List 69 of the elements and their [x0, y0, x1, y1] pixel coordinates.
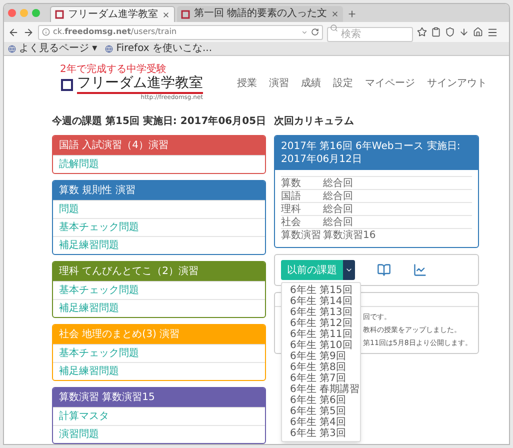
address-bar[interactable]: ck.freedomsg.net/users/train [38, 24, 323, 40]
tab-favicon-icon [55, 10, 64, 19]
menu-item[interactable]: 6年生 第3回 [282, 428, 360, 439]
caret-icon [345, 266, 353, 274]
forward-icon[interactable] [23, 26, 34, 38]
bookmark-icon [8, 44, 16, 52]
section-title: 次回カリキュラム [274, 114, 355, 129]
menu-item[interactable]: 6年生 第8回 [282, 362, 360, 373]
book-icon[interactable] [377, 263, 391, 277]
site-tagline: 2年で完成する中学受験 [60, 64, 168, 75]
nav-link[interactable]: 演習 [269, 76, 289, 90]
site-name[interactable]: フリーダム進学教室 [77, 75, 203, 94]
info-icon[interactable] [42, 28, 50, 36]
url-text: ck.freedomsg.net/users/train [53, 26, 178, 38]
nav-link[interactable]: マイページ [365, 76, 415, 90]
menu-item[interactable]: 6年生 第4回 [282, 417, 360, 428]
subject-cell-text: 算数 [281, 176, 302, 190]
bookmark-icon [105, 44, 114, 52]
logo-icon[interactable] [60, 78, 74, 92]
chart-icon[interactable] [413, 263, 427, 277]
search-icon [330, 24, 338, 32]
search-field[interactable]: 検索 [327, 27, 413, 42]
menu-icon[interactable] [487, 26, 498, 38]
menu-item[interactable]: 6年生 第7回 [282, 373, 360, 384]
download-icon[interactable] [459, 27, 469, 37]
tab-close-icon[interactable] [331, 10, 340, 18]
section-title: 今週の課題 第15回 実施日: 2017年06月05日 [52, 114, 266, 129]
card-header: 国語 入試演習（4）演習 [53, 136, 265, 155]
content-cell-text: 総合回 [323, 190, 353, 204]
menu-item[interactable]: 6年生 第11回 [282, 329, 360, 340]
star-icon[interactable] [417, 27, 427, 37]
back-icon[interactable] [8, 26, 19, 38]
bookmark-item[interactable]: Firefox を使いこな... [105, 42, 212, 54]
nav-link[interactable]: 授業 [237, 76, 257, 90]
content-cell-text: 算数演習16 [323, 228, 376, 242]
subject-cell-text: 理科 [281, 202, 302, 216]
nav-link[interactable]: 設定 [333, 76, 353, 90]
content-cell-text: 総合回 [323, 216, 353, 230]
card-header: 算数演習 算数演習15 [53, 388, 265, 407]
new-tab-icon[interactable] [347, 9, 358, 19]
shield-icon[interactable] [445, 27, 455, 37]
curriculum-header: 2017年 第16回 6年Webコース 実施日: 2017年06月12日 [275, 136, 478, 170]
tab-close-icon[interactable] [162, 10, 170, 18]
menu-item[interactable]: 6年生 第10回 [282, 340, 360, 351]
card-header: 社会 地理のまとめ(3) 演習 [53, 325, 265, 344]
tab-favicon-icon [181, 10, 190, 18]
menu-item[interactable]: 6年生 第6回 [282, 395, 360, 406]
menu-item[interactable]: 6年生 春期講習 [282, 384, 360, 395]
menu-item[interactable]: 6年生 第15回 [282, 285, 360, 296]
subject-cell-text: 算数演習 [281, 228, 322, 242]
content-cell-text: 総合回 [323, 176, 353, 190]
reload-icon[interactable] [311, 28, 319, 36]
subject-cell-text: 社会 [281, 216, 302, 230]
nav-link[interactable]: 成績 [301, 76, 321, 90]
menu-item[interactable]: 6年生 第12回 [282, 318, 360, 329]
menu-item[interactable]: 6年生 第13回 [282, 307, 360, 318]
card-header: 理科 てんびんとてこ（2）演習 [53, 262, 265, 281]
content-cell-text: 総合回 [323, 202, 353, 216]
dropdown-toggle-button[interactable] [343, 260, 355, 280]
menu-item[interactable]: 6年生 第14回 [282, 296, 360, 307]
clipboard-icon[interactable] [431, 27, 441, 37]
menu-item[interactable]: 6年生 第5回 [282, 406, 360, 417]
card-header: 算数 規則性 演習 [53, 181, 265, 200]
menu-item[interactable]: 6年生 第9回 [282, 351, 360, 362]
home-icon[interactable] [473, 27, 483, 37]
bookmark-item[interactable]: よく見るページ ▾ [8, 42, 98, 54]
nav-link[interactable]: サインアウト [427, 76, 487, 90]
subject-cell-text: 国語 [281, 190, 302, 204]
history-caret-icon[interactable] [301, 28, 308, 36]
